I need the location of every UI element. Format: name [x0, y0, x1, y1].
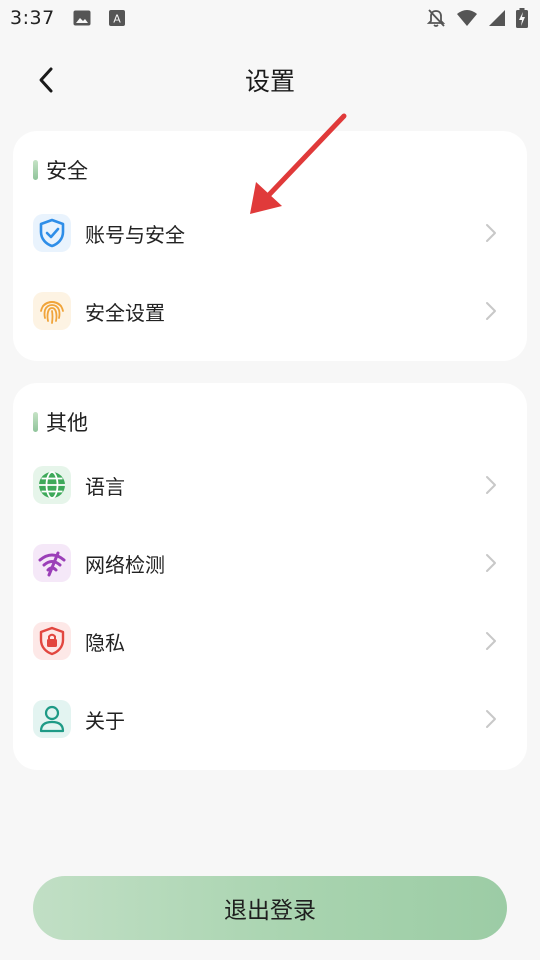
chevron-right-icon	[483, 223, 499, 243]
shield-check-icon	[33, 214, 71, 252]
other-section-card: 其他 语言 网络检测 隐私 关于	[13, 383, 527, 770]
row-label: 安全设置	[85, 300, 165, 325]
chevron-right-icon	[483, 301, 499, 321]
chevron-right-icon	[483, 553, 499, 573]
section-title-text: 安全	[46, 159, 88, 183]
user-icon	[33, 700, 71, 738]
section-title-text: 其他	[46, 411, 88, 435]
chevron-right-icon	[483, 631, 499, 651]
row-label: 隐私	[85, 630, 125, 655]
status-right	[426, 8, 528, 28]
logout-button[interactable]: 退出登录	[33, 876, 507, 940]
settings-page: 3:37 A 设置 安全 账号与安全 安全设置 其他 语言 网络检测 隐私 关于…	[0, 0, 540, 960]
other-section-title: 其他	[33, 407, 88, 437]
text-badge-icon: A	[108, 10, 125, 26]
status-left: 3:37 A	[10, 7, 125, 29]
wifi-icon	[456, 9, 478, 27]
chevron-left-icon	[39, 67, 53, 93]
wifi-slash-icon	[33, 544, 71, 582]
row-label: 账号与安全	[85, 222, 185, 247]
settings-row-about[interactable]: 关于	[13, 687, 527, 751]
chevron-right-icon	[483, 475, 499, 495]
security-section-card: 安全 账号与安全 安全设置	[13, 131, 527, 361]
settings-row-network-check[interactable]: 网络检测	[13, 531, 527, 595]
row-label: 关于	[85, 708, 125, 733]
row-label: 网络检测	[85, 552, 165, 577]
settings-row-language[interactable]: 语言	[13, 453, 527, 517]
status-bar: 3:37 A	[0, 0, 540, 36]
svg-text:A: A	[113, 13, 121, 26]
chevron-right-icon	[483, 709, 499, 729]
row-label: 语言	[85, 474, 125, 499]
image-icon	[73, 10, 91, 26]
settings-row-privacy[interactable]: 隐私	[13, 609, 527, 673]
privacy-lock-icon	[33, 622, 71, 660]
status-time: 3:37	[10, 7, 55, 29]
globe-icon	[33, 466, 71, 504]
back-button[interactable]	[28, 62, 64, 98]
settings-row-security-settings[interactable]: 安全设置	[13, 279, 527, 343]
fingerprint-icon	[33, 292, 71, 330]
battery-charging-icon	[516, 8, 528, 28]
header: 设置	[0, 52, 540, 108]
signal-icon	[488, 9, 506, 27]
notifications-off-icon	[426, 8, 446, 28]
page-title: 设置	[244, 67, 295, 96]
section-accent-bar	[33, 160, 38, 180]
settings-row-account-security[interactable]: 账号与安全	[13, 201, 527, 265]
security-section-title: 安全	[33, 155, 88, 185]
section-accent-bar	[33, 412, 38, 432]
